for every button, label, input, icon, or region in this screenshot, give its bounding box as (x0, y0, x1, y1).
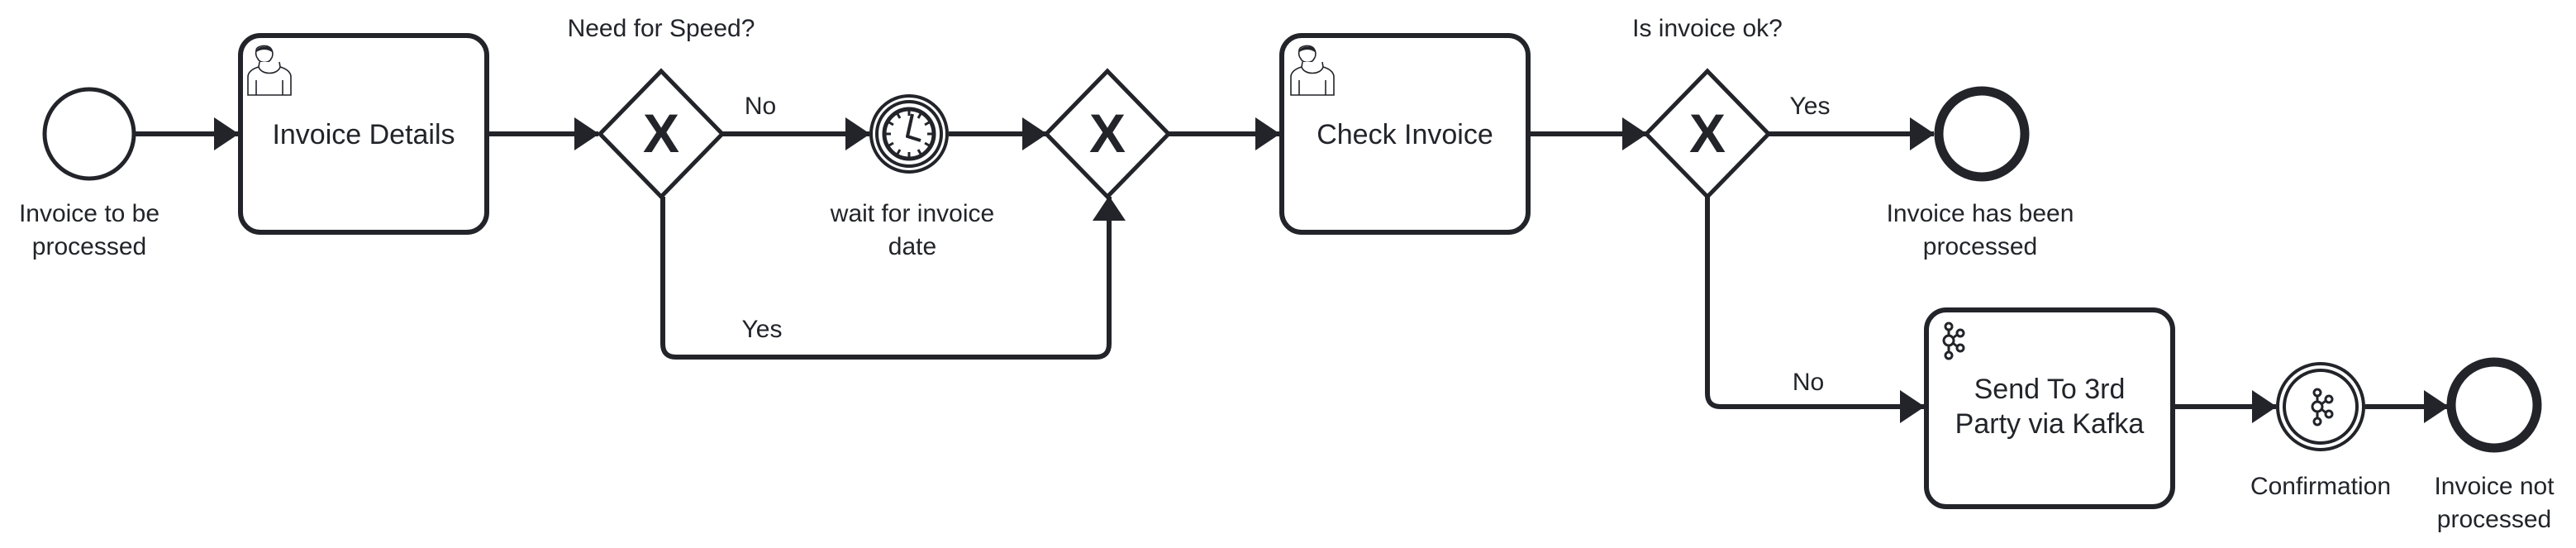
end-event-processed[interactable]: Invoice has been processed (1887, 86, 2074, 260)
end-not-processed-label-line2: processed (2437, 506, 2551, 533)
end-event-circle-icon (1934, 86, 2030, 182)
task-kafka-label-line2: Party via Kafka (1955, 408, 2145, 440)
timer-label-line2: date (888, 233, 936, 260)
gateway-speed-yes-label: Yes (742, 316, 783, 343)
gateway-x-marker-icon: X (643, 102, 679, 164)
end-event-not-processed[interactable]: Invoice not processed (2434, 357, 2555, 533)
task-send-via-kafka[interactable]: Send To 3rd Party via Kafka (1924, 307, 2175, 509)
gateway-ok-question: Is invoice ok? (1632, 15, 1783, 42)
gateway-merge[interactable]: X (1043, 68, 1172, 200)
task-invoice-details-label: Invoice Details (272, 119, 455, 150)
end-processed-label-line1: Invoice has been (1887, 200, 2074, 227)
timer-event[interactable]: wait for invoice date (830, 94, 994, 260)
start-event[interactable]: Invoice to be processed (19, 87, 160, 260)
end-processed-label-line2: processed (1923, 233, 2037, 260)
confirmation-label: Confirmation (2250, 473, 2391, 500)
gateway-speed-question: Need for Speed? (568, 15, 755, 42)
gateway-ok-yes-label: Yes (1790, 93, 1831, 120)
task-invoice-details[interactable]: Invoice Details (238, 33, 489, 235)
confirmation-outer-ring (2276, 362, 2365, 451)
end-not-processed-label-line1: Invoice not (2434, 473, 2555, 500)
task-check-invoice[interactable]: Check Invoice (1279, 33, 1531, 235)
gateway-speed-no-label: No (745, 93, 776, 120)
task-check-invoice-label: Check Invoice (1317, 119, 1493, 150)
confirmation-event[interactable]: Confirmation (2250, 362, 2391, 500)
gateway-need-for-speed[interactable]: Need for Speed? X No Yes (568, 15, 783, 343)
gateway-ok-no-label: No (1793, 369, 1824, 396)
start-event-label-line2: processed (32, 233, 146, 260)
timer-label-line1: wait for invoice (830, 200, 994, 227)
gateway-x-marker-icon: X (1089, 102, 1126, 164)
bpmn-diagram: Invoice to be processed Invoice Details … (19, 15, 2555, 533)
gateway-x-marker-icon: X (1689, 102, 1726, 164)
task-kafka-label-line1: Send To 3rd (1974, 374, 2126, 405)
start-event-label-line1: Invoice to be (19, 200, 160, 227)
start-event-circle-icon (42, 87, 136, 181)
gateway-is-invoice-ok[interactable]: Is invoice ok? X Yes No (1632, 15, 1830, 396)
end-event-circle-icon (2446, 357, 2542, 453)
